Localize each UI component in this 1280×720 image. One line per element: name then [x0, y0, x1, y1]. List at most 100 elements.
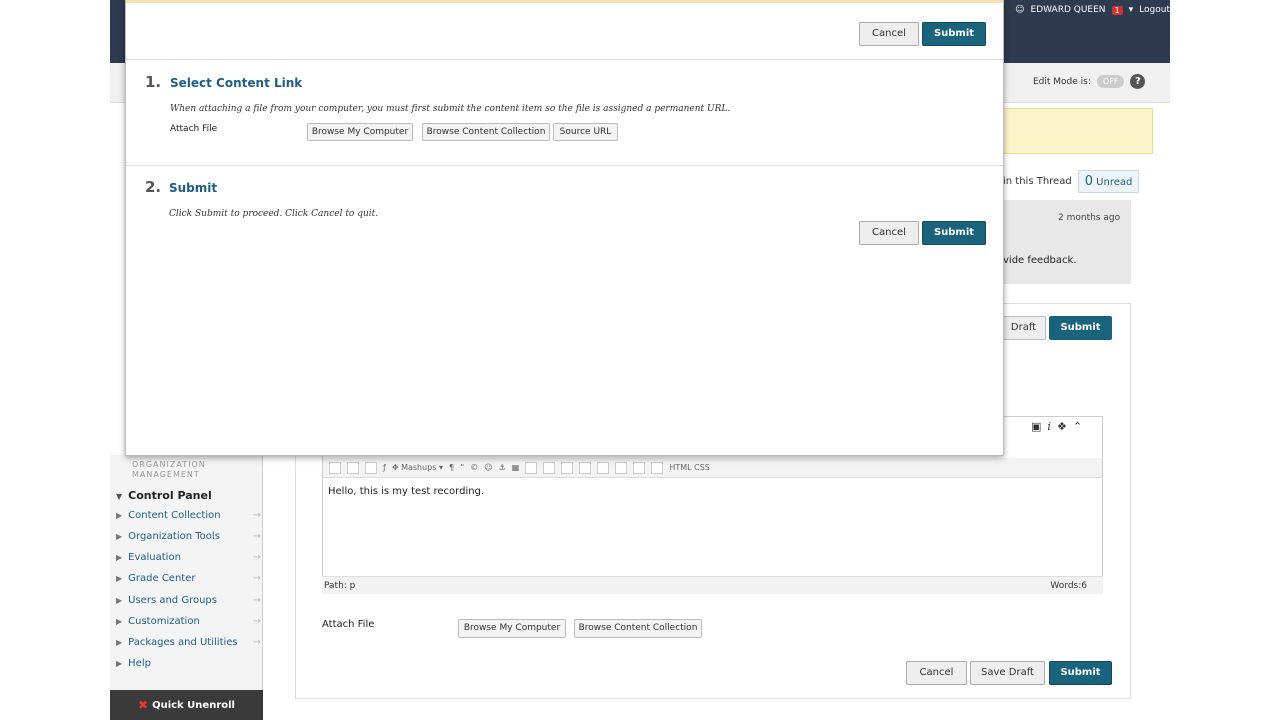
notice-banner	[1003, 108, 1153, 154]
unread-label: Unread	[1096, 177, 1133, 188]
browse-my-computer-button[interactable]: Browse My Computer	[307, 123, 413, 141]
app-window: ☺ EDWARD QUEEN 1 ▾ Logout Edit Mode is: …	[0, 0, 1280, 720]
media-icon[interactable]	[365, 461, 377, 474]
sidebar-item-packages-and-utilities[interactable]: ▶ Packages and Utilities →	[116, 637, 261, 648]
arrow-right-icon: →	[252, 573, 261, 584]
org-management-heading: ORGANIZATION MANAGEMENT	[132, 460, 206, 479]
dialog-cancel-button-top[interactable]: Cancel	[859, 22, 919, 46]
browse-content-collection-button[interactable]: Browse Content Collection	[574, 619, 702, 638]
mashups-label: Mashups	[401, 463, 437, 472]
collapse-icon[interactable]: ⌃	[1073, 420, 1082, 433]
expand-icon: ▶	[116, 574, 123, 583]
arrow-right-icon: →	[252, 510, 261, 521]
expand-icon: ▶	[116, 511, 123, 520]
editor-toolbar: ƒ ✥ Mashups ▾ ¶ “ © ☺ ⚓ ▦ HTML CSS	[323, 458, 1102, 478]
arrow-right-icon: →	[252, 616, 261, 627]
expand-icon: ▶	[116, 553, 123, 562]
copyright-icon[interactable]: ©	[470, 463, 478, 472]
table-tool-icon[interactable]	[543, 461, 556, 474]
edit-mode-control: Edit Mode is: OFF ?	[1033, 74, 1146, 89]
browse-my-computer-button[interactable]: Browse My Computer	[458, 619, 566, 638]
message-timestamp: 2 months ago	[1058, 213, 1121, 223]
sidebar-item-label: Organization Tools	[128, 531, 220, 542]
quick-unenroll-button[interactable]: ✖ Quick Unenroll	[110, 690, 263, 720]
dialog-submit-button-top[interactable]: Submit	[922, 22, 986, 46]
sidebar-item-label: Evaluation	[128, 552, 181, 563]
attach-file-label: Attach File	[170, 124, 218, 134]
table-tool-icon[interactable]	[651, 461, 664, 474]
expand-icon: ▶	[116, 638, 123, 647]
fullscreen-icon[interactable]: ❖	[1057, 420, 1067, 433]
step-title: Select Content Link	[170, 76, 303, 90]
html-css-label[interactable]: HTML CSS	[669, 463, 710, 472]
attach-file-label: Attach File	[322, 619, 375, 630]
sidebar-item-grade-center[interactable]: ▶ Grade Center →	[116, 573, 261, 584]
step-instructions: Click Submit to proceed. Click Cancel to…	[169, 209, 379, 219]
dialog-top-accent	[126, 0, 1003, 3]
message-snippet: vide feedback.	[1003, 255, 1077, 266]
quote-icon[interactable]: “	[460, 463, 464, 472]
cancel-button[interactable]: Cancel	[906, 661, 967, 685]
sidebar-item-users-and-groups[interactable]: ▶ Users and Groups →	[116, 595, 261, 606]
logout-link[interactable]: Logout	[1139, 5, 1170, 15]
paragraph-icon[interactable]: ¶	[449, 463, 454, 472]
control-panel-label: Control Panel	[128, 489, 212, 502]
submit-button[interactable]: Submit	[1049, 661, 1112, 685]
mashups-menu[interactable]: ✥ Mashups ▾	[392, 463, 443, 472]
sidebar-item-label: Grade Center	[128, 573, 196, 584]
table-icon[interactable]: ▦	[512, 463, 520, 472]
arrow-right-icon: →	[252, 595, 261, 606]
step-title: Submit	[169, 181, 218, 195]
table-tool-icon[interactable]	[561, 461, 574, 474]
anchor-icon[interactable]: ⚓	[499, 463, 506, 472]
table-tool-icon[interactable]	[633, 461, 646, 474]
save-draft-button[interactable]: Save Draft	[970, 661, 1045, 685]
chevron-down-icon[interactable]: ▾	[1129, 5, 1134, 15]
help-icon[interactable]: ?	[1130, 74, 1146, 89]
control-panel-heading[interactable]: ▼ Control Panel	[116, 489, 212, 502]
sidebar-item-label: Customization	[128, 616, 200, 627]
preview-icon[interactable]: ▣	[1031, 420, 1041, 433]
emoticon-icon[interactable]: ☺	[484, 463, 492, 472]
arrow-right-icon: →	[252, 637, 261, 648]
table-tool-icon[interactable]	[525, 461, 538, 474]
unread-counter[interactable]: 0 Unread	[1077, 170, 1140, 193]
edit-mode-label: Edit Mode is:	[1033, 76, 1091, 87]
attach-icon[interactable]	[329, 461, 341, 474]
editor-status-bar: Path: p Words:6	[322, 576, 1103, 594]
sidebar-item-content-collection[interactable]: ▶ Content Collection →	[116, 510, 261, 521]
sidebar-item-label: Content Collection	[128, 510, 221, 521]
notification-badge[interactable]: 1	[1111, 5, 1123, 15]
editor-content[interactable]: Hello, this is my test recording.	[328, 486, 484, 497]
image-icon[interactable]	[347, 461, 359, 474]
browse-content-collection-button[interactable]: Browse Content Collection	[422, 123, 550, 141]
table-tool-icon[interactable]	[615, 461, 628, 474]
editor-view-tools: ▣ i ❖ ⌃	[1031, 420, 1082, 433]
edit-mode-toggle[interactable]: OFF	[1096, 75, 1125, 88]
thread-label: in this Thread	[1003, 176, 1072, 187]
dialog-cancel-button[interactable]: Cancel	[859, 221, 919, 245]
user-icon: ☺	[1015, 5, 1025, 15]
table-tool-icon[interactable]	[597, 461, 610, 474]
submit-button-top[interactable]: Submit	[1049, 316, 1112, 340]
expand-icon: ▶	[116, 659, 123, 668]
word-count: Words:6	[1050, 580, 1087, 591]
info-icon[interactable]: i	[1047, 420, 1051, 433]
arrow-right-icon: →	[252, 531, 261, 542]
sidebar-item-label: Packages and Utilities	[128, 637, 238, 648]
sidebar-item-organization-tools[interactable]: ▶ Organization Tools →	[116, 531, 261, 542]
sidebar-item-customization[interactable]: ▶ Customization →	[116, 616, 261, 627]
step-instructions: When attaching a file from your computer…	[170, 104, 731, 114]
table-tool-icon[interactable]	[579, 461, 592, 474]
save-draft-button-top[interactable]: Draft	[1001, 316, 1046, 340]
divider	[126, 165, 1003, 166]
source-url-button[interactable]: Source URL	[553, 123, 618, 141]
dialog-submit-button[interactable]: Submit	[922, 221, 986, 245]
sidebar-item-evaluation[interactable]: ▶ Evaluation →	[116, 552, 261, 563]
quick-unenroll-label: Quick Unenroll	[152, 699, 235, 711]
sidebar-item-label: Help	[128, 658, 151, 669]
close-icon: ✖	[138, 698, 149, 712]
math-icon[interactable]: ƒ	[383, 463, 386, 472]
user-name[interactable]: EDWARD QUEEN	[1031, 5, 1106, 15]
sidebar-item-help[interactable]: ▶ Help	[116, 658, 261, 669]
